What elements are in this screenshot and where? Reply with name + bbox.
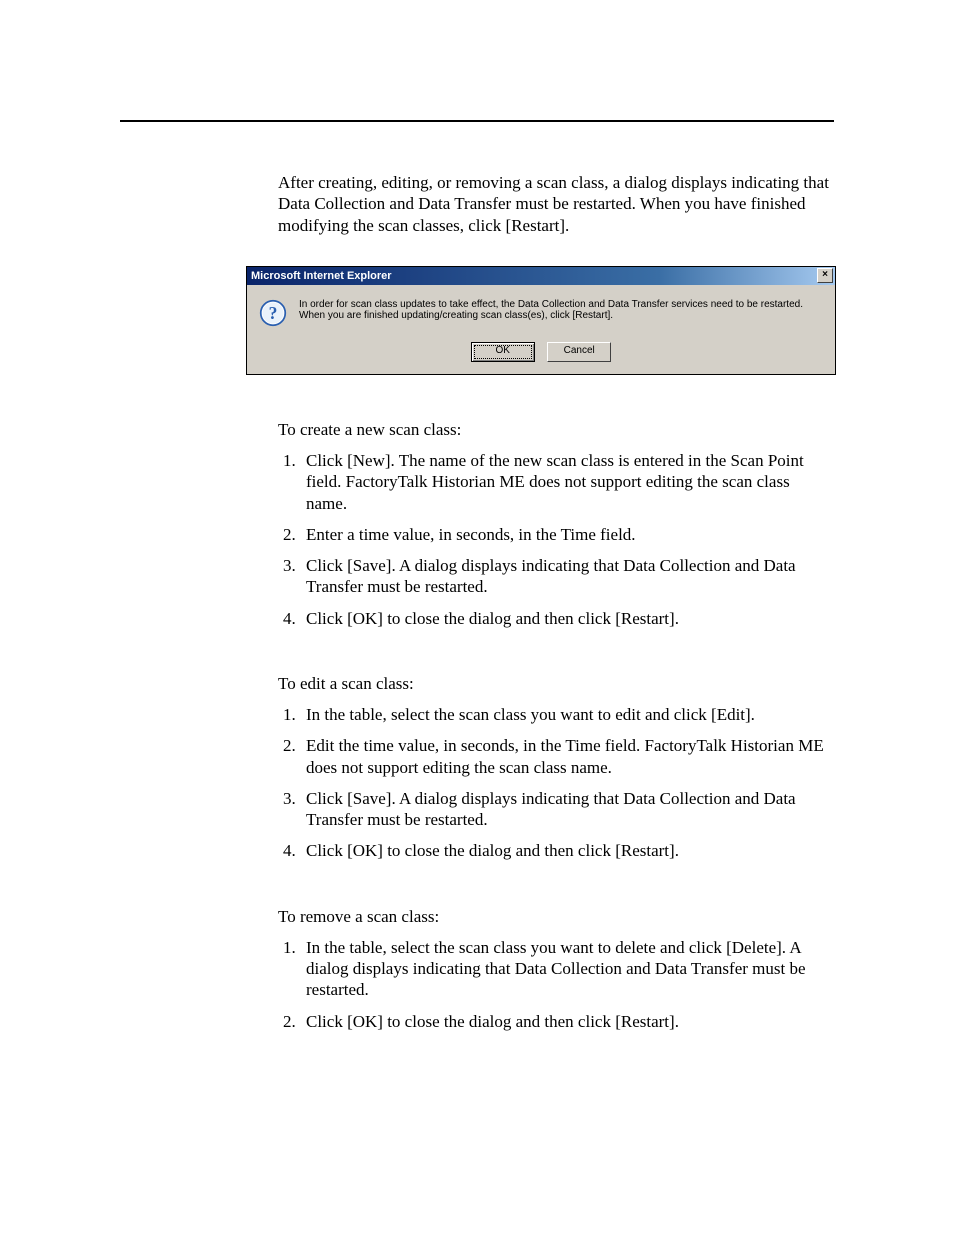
- dialog-message: In order for scan class updates to take …: [299, 299, 825, 322]
- ok-button[interactable]: OK: [471, 342, 535, 362]
- edit-steps: In the table, select the scan class you …: [278, 704, 834, 862]
- intro-paragraph: After creating, editing, or removing a s…: [278, 172, 834, 236]
- list-item: Click [OK] to close the dialog and then …: [300, 608, 834, 629]
- list-item: Enter a time value, in seconds, in the T…: [300, 524, 834, 545]
- create-steps: Click [New]. The name of the new scan cl…: [278, 450, 834, 629]
- remove-lead: To remove a scan class:: [278, 906, 834, 927]
- list-item: Click [Save]. A dialog displays indicati…: [300, 555, 834, 598]
- list-item: In the table, select the scan class you …: [300, 704, 834, 725]
- list-item: Click [Save]. A dialog displays indicati…: [300, 788, 834, 831]
- cancel-button[interactable]: Cancel: [547, 342, 611, 362]
- dialog-screenshot: Microsoft Internet Explorer × ? In order…: [246, 266, 836, 375]
- remove-steps: In the table, select the scan class you …: [278, 937, 834, 1032]
- list-item: Click [OK] to close the dialog and then …: [300, 840, 834, 861]
- list-item: Click [New]. The name of the new scan cl…: [300, 450, 834, 514]
- close-icon[interactable]: ×: [817, 268, 833, 283]
- create-lead: To create a new scan class:: [278, 419, 834, 440]
- edit-lead: To edit a scan class:: [278, 673, 834, 694]
- horizontal-rule: [120, 120, 834, 122]
- dialog-titlebar: Microsoft Internet Explorer ×: [247, 267, 835, 285]
- svg-text:?: ?: [269, 303, 278, 323]
- list-item: Click [OK] to close the dialog and then …: [300, 1011, 834, 1032]
- dialog-title: Microsoft Internet Explorer: [251, 270, 817, 282]
- list-item: Edit the time value, in seconds, in the …: [300, 735, 834, 778]
- question-icon: ?: [259, 299, 287, 332]
- document-page: After creating, editing, or removing a s…: [0, 0, 954, 1122]
- list-item: In the table, select the scan class you …: [300, 937, 834, 1001]
